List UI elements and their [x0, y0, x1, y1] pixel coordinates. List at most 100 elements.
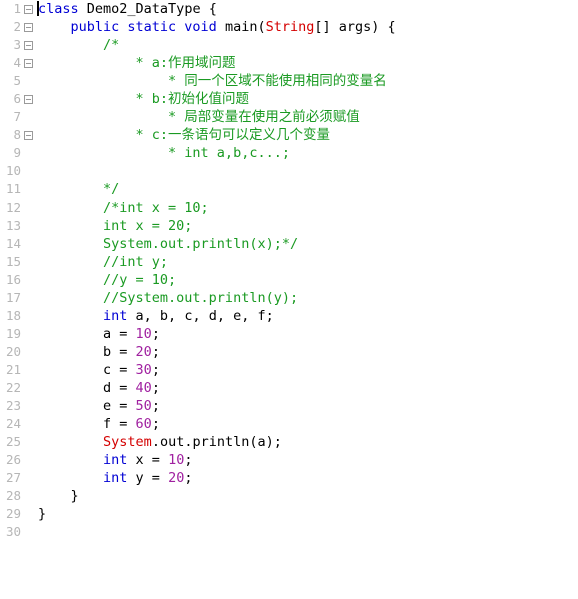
code-line-text: */ [38, 180, 119, 198]
code-line[interactable]: 1 class Demo2_DataType { [0, 0, 578, 18]
code-token-cmt: //int y; [38, 253, 169, 270]
code-line[interactable]: 27 int y = 20; [0, 469, 578, 487]
code-line[interactable]: 14 System.out.println(x);*/ [0, 235, 578, 253]
code-line[interactable]: 30 [0, 523, 578, 541]
code-line[interactable]: 6 * b:初始化值问题 [0, 90, 578, 108]
code-token-pln: [] args) { [314, 19, 396, 36]
code-token-cmt: */ [38, 181, 120, 198]
code-token-type: String [265, 19, 315, 36]
code-token-cmt: System.out.println(x);*/ [38, 235, 299, 252]
code-line[interactable]: 8 * c:一条语句可以定义几个变量 [0, 126, 578, 144]
code-token-type: System [103, 434, 152, 451]
code-line[interactable]: 11 */ [0, 180, 578, 198]
code-token-num: 30 [135, 361, 152, 378]
code-line[interactable]: 2 public static void main(String[] args)… [0, 18, 578, 36]
code-token-pln: y = [127, 470, 169, 487]
line-number: 2 [13, 19, 21, 35]
line-number: 19 [5, 325, 21, 341]
code-line[interactable]: 10 [0, 162, 578, 180]
code-line-text: //System.out.println(y); [38, 289, 298, 307]
code-token-cmt: * b:初始化值问题 [38, 91, 250, 108]
line-number: 24 [5, 416, 21, 432]
fold-collapse-icon[interactable] [24, 95, 33, 105]
code-line[interactable]: 29} [0, 505, 578, 523]
code-line[interactable]: 19 a = 10; [0, 325, 578, 343]
code-line[interactable]: 21 c = 30; [0, 361, 578, 379]
code-token-pln: main( [224, 19, 266, 36]
code-line[interactable]: 17 //System.out.println(y); [0, 289, 578, 307]
code-token-pln [38, 470, 103, 486]
code-token-pln [38, 308, 103, 324]
code-line[interactable]: 20 b = 20; [0, 343, 578, 361]
line-number: 18 [5, 307, 21, 323]
code-line[interactable]: 15 //int y; [0, 253, 578, 271]
line-number: 20 [5, 343, 21, 359]
line-number: 11 [5, 181, 21, 197]
code-line[interactable]: 13 int x = 20; [0, 217, 578, 235]
code-token-pln [38, 19, 71, 35]
code-line[interactable]: 25 System.out.println(a); [0, 433, 578, 451]
code-token-pln: .out.println(a); [151, 434, 282, 451]
line-number: 6 [13, 91, 21, 107]
code-line[interactable]: 28 } [0, 487, 578, 505]
line-number: 21 [5, 361, 21, 377]
line-number: 7 [13, 109, 21, 125]
code-line-text: int x = 20; [38, 217, 192, 235]
code-line-text: int x = 10; [38, 451, 192, 469]
code-line[interactable]: 23 e = 50; [0, 397, 578, 415]
line-number: 8 [13, 127, 21, 143]
code-token-pln: ; [151, 379, 160, 396]
code-editor[interactable]: 1 class Demo2_DataType {2 public static v… [0, 0, 578, 599]
code-line-text: * b:初始化值问题 [38, 90, 250, 108]
code-line[interactable]: 12 /*int x = 10; [0, 199, 578, 217]
fold-collapse-icon[interactable] [24, 5, 33, 14]
code-line[interactable]: 18 int a, b, c, d, e, f; [0, 307, 578, 325]
code-token-cmt: int x = 20; [38, 217, 193, 234]
line-number: 13 [5, 217, 21, 233]
code-token-cmt: * 同一个区域不能使用相同的变量名 [38, 73, 387, 90]
fold-collapse-icon[interactable] [24, 23, 33, 33]
code-token-num: 20 [135, 343, 152, 360]
code-line[interactable]: 26 int x = 10; [0, 451, 578, 469]
code-token-cmt: /*int x = 10; [38, 199, 209, 216]
code-line[interactable]: 4 * a:作用域问题 [0, 54, 578, 72]
code-token-pln: f = [38, 416, 136, 433]
code-line[interactable]: 9 * int a,b,c...; [0, 144, 578, 162]
code-token-pln: ; [151, 343, 160, 360]
line-number: 27 [5, 470, 21, 486]
code-line-text: * a:作用域问题 [38, 54, 236, 72]
code-line-text: * int a,b,c...; [38, 144, 290, 162]
line-number: 22 [5, 379, 21, 395]
line-number: 17 [5, 289, 21, 305]
code-line-text: } [38, 487, 79, 505]
code-line[interactable]: 5 * 同一个区域不能使用相同的变量名 [0, 72, 578, 90]
code-token-num: 40 [135, 379, 152, 396]
code-line[interactable]: 3 /* [0, 36, 578, 54]
line-number: 26 [5, 452, 21, 468]
code-token-pln: c = [38, 361, 136, 378]
fold-collapse-icon[interactable] [24, 41, 33, 51]
code-token-num: 10 [168, 452, 185, 469]
line-number: 15 [5, 253, 21, 269]
code-token-cmt: * int a,b,c...; [38, 145, 290, 162]
code-line-text: * 同一个区域不能使用相同的变量名 [38, 72, 387, 90]
code-line[interactable]: 22 d = 40; [0, 379, 578, 397]
line-number: 29 [5, 506, 21, 522]
code-line-text: System.out.println(a); [38, 433, 282, 451]
code-line-text: * 局部变量在使用之前必须赋值 [38, 108, 360, 126]
code-token-cmt: * a:作用域问题 [38, 55, 236, 72]
line-number: 4 [13, 55, 21, 71]
code-line[interactable]: 7 * 局部变量在使用之前必须赋值 [0, 108, 578, 126]
fold-collapse-icon[interactable] [24, 131, 33, 141]
code-token-pln: a, b, c, d, e, f; [127, 307, 274, 324]
code-line[interactable]: 16 //y = 10; [0, 271, 578, 289]
code-line-text: /*int x = 10; [38, 199, 209, 217]
fold-collapse-icon[interactable] [24, 59, 33, 69]
code-token-pln: b = [38, 343, 136, 360]
line-number: 28 [5, 488, 21, 504]
code-token-pln: a = [38, 325, 136, 342]
code-token-num: 60 [135, 416, 152, 433]
code-line[interactable]: 24 f = 60; [0, 415, 578, 433]
code-line-text: int a, b, c, d, e, f; [38, 307, 274, 325]
code-token-pln: e = [38, 398, 136, 415]
